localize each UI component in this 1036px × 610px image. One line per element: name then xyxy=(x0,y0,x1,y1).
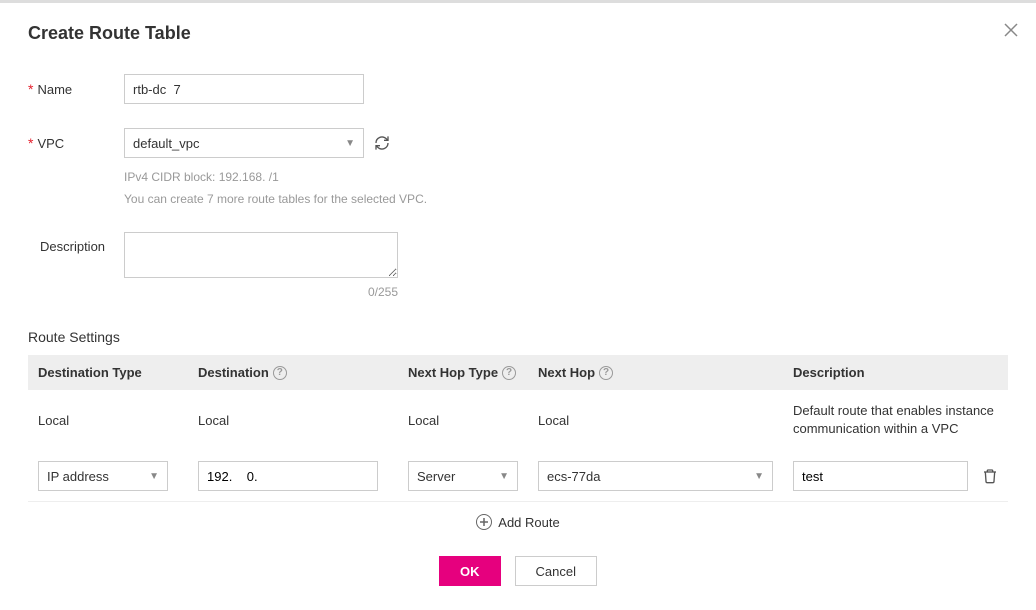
trash-icon xyxy=(982,468,998,484)
delete-route-button[interactable] xyxy=(982,468,998,484)
plus-icon xyxy=(476,514,492,530)
refresh-icon xyxy=(374,135,390,151)
name-label: * Name xyxy=(28,74,124,97)
tables-remaining-text: You can create 7 more route tables for t… xyxy=(124,190,427,208)
next-hop-select[interactable]: ecs-77da ▼ xyxy=(538,461,773,491)
chevron-down-icon: ▼ xyxy=(149,471,159,482)
table-header: Destination Type Destination ? Next Hop … xyxy=(28,355,1008,390)
destination-input[interactable] xyxy=(198,461,378,491)
next-hop-type-select[interactable]: Server ▼ xyxy=(408,461,518,491)
route-settings-title: Route Settings xyxy=(28,329,1008,345)
table-row-editable: IP address ▼ Server ▼ ecs-77da ▼ xyxy=(28,451,1008,501)
col-destination-type-label: Destination Type xyxy=(38,365,142,380)
cell-next-hop-type: Local xyxy=(398,402,528,438)
col-destination: Destination ? xyxy=(188,355,398,390)
route-table: Destination Type Destination ? Next Hop … xyxy=(28,355,1008,586)
create-route-table-modal: Create Route Table * Name * VPC default_… xyxy=(0,3,1036,610)
col-destination-label: Destination xyxy=(198,365,269,380)
vpc-row: * VPC default_vpc ▼ IPv4 CIDR block: 192… xyxy=(28,128,1008,208)
col-description-label: Description xyxy=(793,365,865,380)
col-next-hop-type: Next Hop Type ? xyxy=(398,355,528,390)
chevron-down-icon: ▼ xyxy=(499,471,509,482)
add-route-button[interactable]: Add Route xyxy=(28,502,1008,542)
cell-destination-type: Local xyxy=(28,402,188,438)
description-label: Description xyxy=(28,232,124,254)
col-next-hop-type-label: Next Hop Type xyxy=(408,365,498,380)
description-label-text: Description xyxy=(40,239,105,254)
refresh-button[interactable] xyxy=(374,135,390,151)
col-next-hop: Next Hop ? xyxy=(528,355,783,390)
next-hop-type-value: Server xyxy=(417,469,455,484)
page-title: Create Route Table xyxy=(28,23,1008,44)
destination-type-select[interactable]: IP address ▼ xyxy=(38,461,168,491)
help-icon[interactable]: ? xyxy=(273,366,287,380)
description-textarea[interactable] xyxy=(124,232,398,278)
close-icon xyxy=(1004,23,1018,37)
help-icon[interactable]: ? xyxy=(599,366,613,380)
name-row: * Name xyxy=(28,74,1008,104)
char-count: 0/255 xyxy=(124,285,398,299)
chevron-down-icon: ▼ xyxy=(345,138,355,149)
chevron-down-icon: ▼ xyxy=(754,471,764,482)
name-input[interactable] xyxy=(124,74,364,104)
add-route-label: Add Route xyxy=(498,515,559,530)
ok-button[interactable]: OK xyxy=(439,556,501,586)
col-next-hop-label: Next Hop xyxy=(538,365,595,380)
description-row: Description 0/255 xyxy=(28,232,1008,299)
cancel-button[interactable]: Cancel xyxy=(515,556,597,586)
button-row: OK Cancel xyxy=(28,556,1008,586)
col-description: Description xyxy=(783,355,1008,390)
name-label-text: Name xyxy=(37,82,72,97)
destination-type-value: IP address xyxy=(47,469,109,484)
cell-description: Default route that enables instance comm… xyxy=(783,402,1008,438)
table-row-default: Local Local Local Local Default route th… xyxy=(28,390,1008,451)
help-icon[interactable]: ? xyxy=(502,366,516,380)
vpc-label: * VPC xyxy=(28,128,124,151)
close-button[interactable] xyxy=(1004,21,1018,42)
required-star: * xyxy=(28,135,33,151)
cell-next-hop: Local xyxy=(528,402,783,438)
col-destination-type: Destination Type xyxy=(28,355,188,390)
route-description-input[interactable] xyxy=(793,461,968,491)
vpc-label-text: VPC xyxy=(37,136,64,151)
vpc-selected-value: default_vpc xyxy=(133,136,200,151)
next-hop-value: ecs-77da xyxy=(547,469,600,484)
vpc-select[interactable]: default_vpc ▼ xyxy=(124,128,364,158)
cidr-helper-text: IPv4 CIDR block: 192.168. /1 xyxy=(124,168,427,186)
required-star: * xyxy=(28,81,33,97)
cell-destination: Local xyxy=(188,402,398,438)
